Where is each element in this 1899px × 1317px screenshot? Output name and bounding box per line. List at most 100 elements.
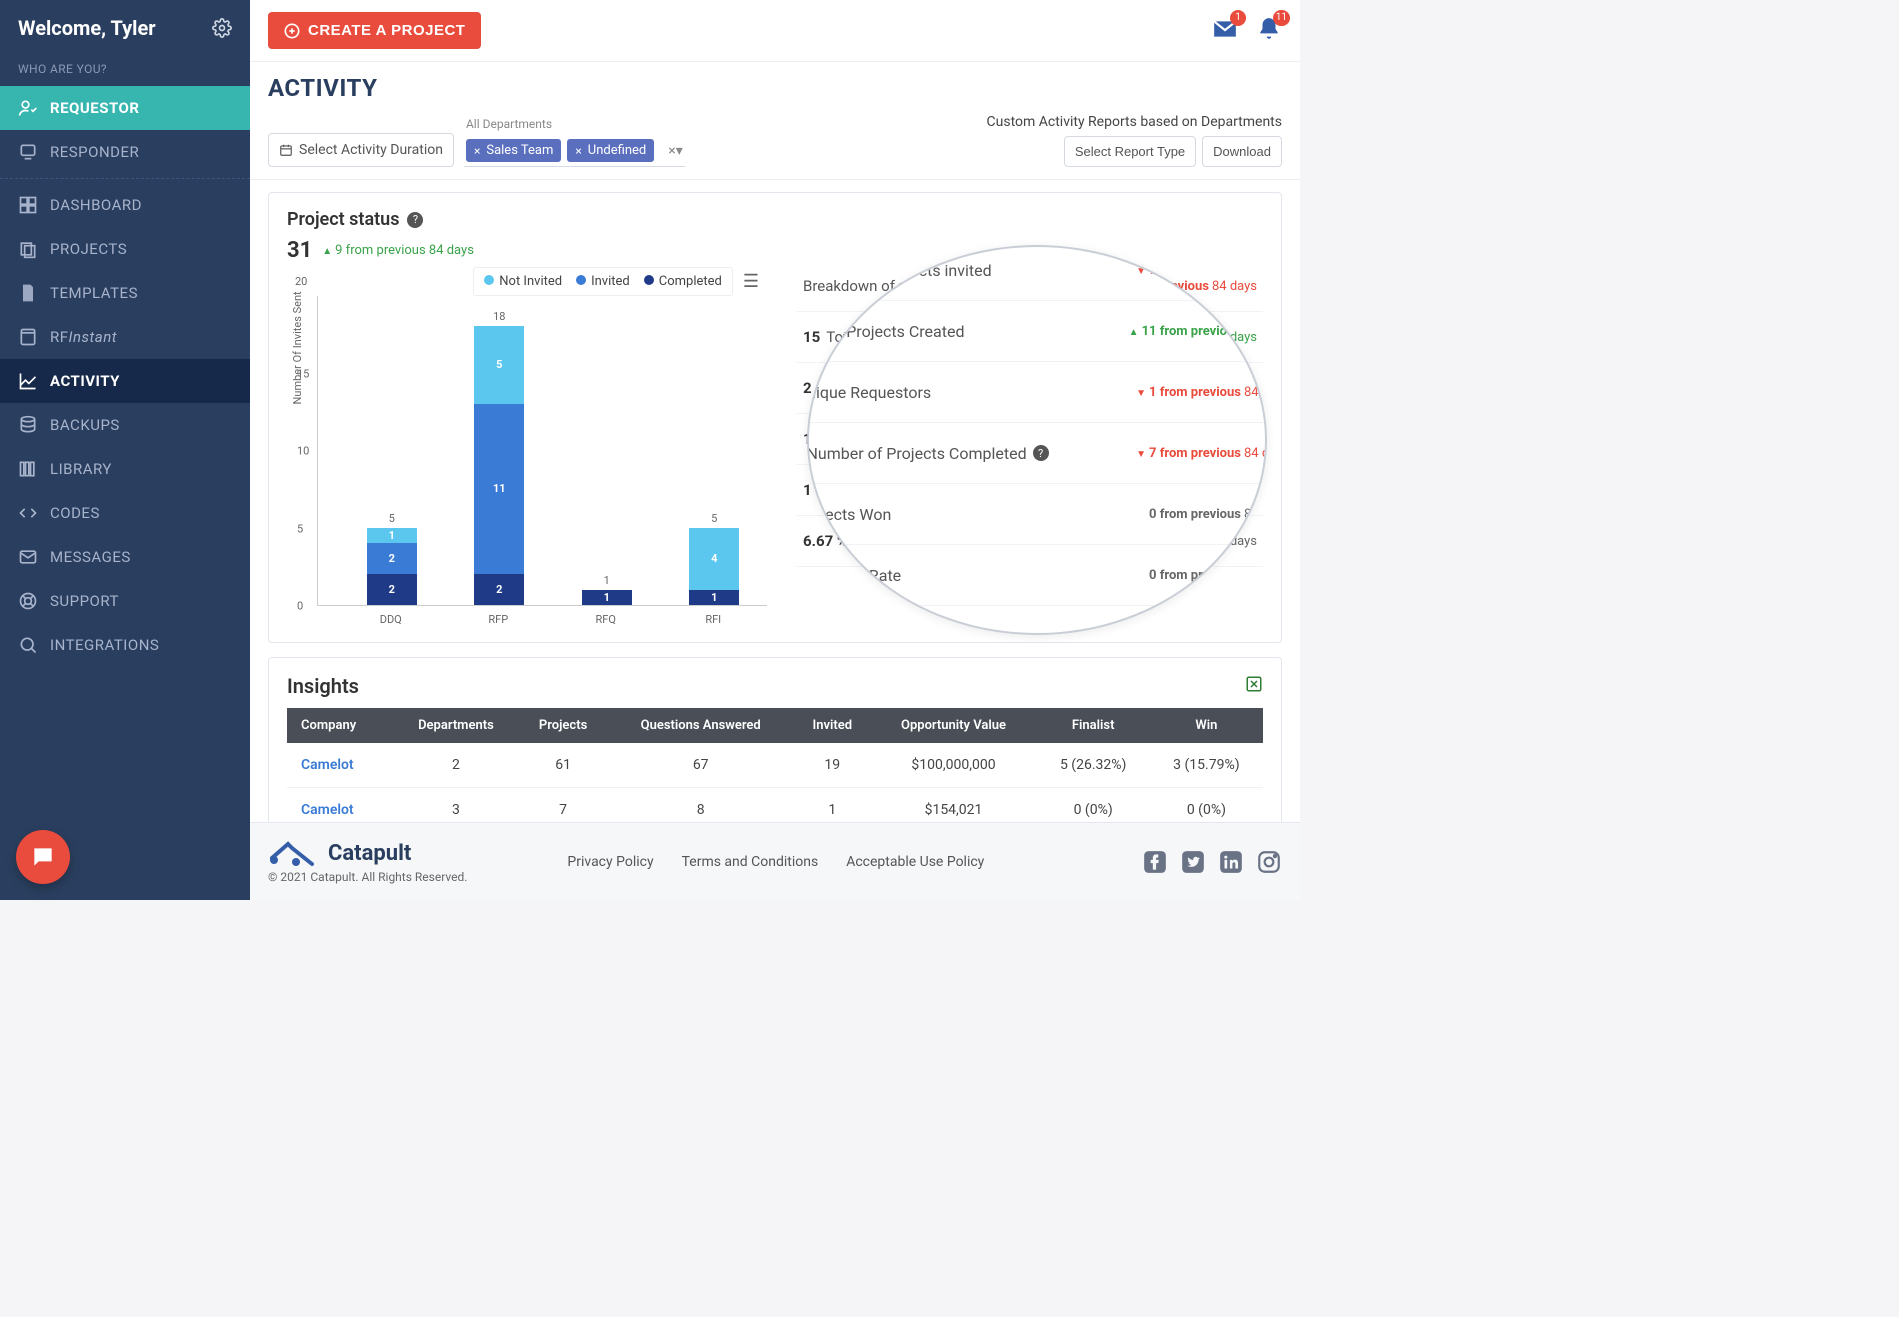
y-tick: 5: [297, 522, 303, 535]
stat-label: Projects Won: [807, 505, 891, 524]
sidebar-item-rfinstant[interactable]: RFInstant: [0, 315, 250, 359]
legend-item: Invited: [576, 274, 630, 289]
link-terms[interactable]: Terms and Conditions: [682, 854, 819, 870]
chat-fab[interactable]: [16, 830, 70, 884]
mail-button[interactable]: 1: [1212, 16, 1238, 46]
help-icon[interactable]: ?: [407, 212, 423, 228]
sidebar-item-label: BACKUPS: [50, 416, 120, 434]
legend-item: Not Invited: [484, 274, 562, 289]
sidebar-item-label: RFInstant: [50, 328, 117, 346]
sidebar-item-label: ACTIVITY: [50, 372, 120, 390]
select-report-type-button[interactable]: Select Report Type: [1064, 136, 1196, 167]
table-header: Finalist: [1037, 708, 1150, 743]
stat-left: 1 Projects Won: [807, 504, 891, 524]
mail-badge: 1: [1230, 10, 1246, 26]
chip-undefined[interactable]: ×Undefined: [567, 139, 654, 162]
bar-total-label: 18: [493, 310, 505, 323]
bar-segment: 11: [474, 404, 524, 575]
mail-icon: [18, 547, 38, 567]
sidebar-item-library[interactable]: LIBRARY: [0, 447, 250, 491]
table-cell: 61: [519, 743, 607, 788]
gear-icon[interactable]: [212, 18, 232, 38]
facebook-icon[interactable]: [1142, 849, 1168, 875]
chip-sales-team[interactable]: ×Sales Team: [466, 139, 561, 162]
footer: Catapult © 2021 Catapult. All Rights Res…: [250, 822, 1300, 900]
create-project-label: CREATE A PROJECT: [308, 22, 465, 39]
sidebar-item-responder[interactable]: RESPONDER: [0, 130, 250, 174]
stat-row: Breakdown of projects invited 9 from pre…: [807, 245, 1267, 301]
sidebar-item-label: CODES: [50, 504, 100, 522]
bar-group: 145: [684, 528, 744, 606]
welcome-text: Welcome, Tyler: [18, 16, 156, 40]
brand-logo-icon: [268, 840, 318, 868]
reports-heading: Custom Activity Reports based on Departm…: [987, 114, 1282, 130]
stat-left: 2 Unique Requestors: [807, 382, 931, 402]
chart-menu-icon[interactable]: ☰: [743, 271, 759, 292]
create-project-button[interactable]: CREATE A PROJECT: [268, 12, 481, 49]
sidebar-item-support[interactable]: SUPPORT: [0, 579, 250, 623]
department-chips: ×Sales Team ×Undefined ×▾: [464, 135, 685, 167]
sidebar-item-requestor[interactable]: REQUESTOR: [0, 86, 250, 130]
stat-delta: 1 from previous 84 days: [1136, 385, 1267, 400]
sidebar-item-codes[interactable]: CODES: [0, 491, 250, 535]
table-header: Company: [287, 708, 393, 743]
book-icon: [18, 327, 38, 347]
dashboard-icon: [18, 195, 38, 215]
sidebar-item-messages[interactable]: MESSAGES: [0, 535, 250, 579]
table-header: Opportunity Value: [870, 708, 1036, 743]
sidebar-item-activity[interactable]: ACTIVITY: [0, 359, 250, 403]
company-link[interactable]: Camelot: [301, 757, 354, 773]
stat-label: Total Projects Created: [807, 322, 964, 341]
link-aup[interactable]: Acceptable Use Policy: [846, 854, 984, 870]
sidebar: Welcome, Tyler WHO ARE YOU? REQUESTOR RES…: [0, 0, 250, 900]
sidebar-item-backups[interactable]: BACKUPS: [0, 403, 250, 447]
insights-card: Insights CompanyDepartmentsProjectsQuest…: [268, 657, 1282, 834]
bell-badge: 11: [1273, 10, 1290, 26]
stat-delta: 9 from previous 84 days: [1136, 263, 1267, 278]
departments-label: All Departments: [464, 117, 685, 131]
clear-chips-button[interactable]: ×▾: [668, 143, 683, 159]
help-icon[interactable]: ?: [1033, 445, 1049, 461]
stat-label: Number of Projects Completed: [807, 444, 1027, 463]
bar-segment: 2: [474, 574, 524, 605]
sidebar-item-projects[interactable]: PROJECTS: [0, 227, 250, 271]
sidebar-item-label: LIBRARY: [50, 460, 112, 478]
y-tick: 15: [297, 367, 309, 380]
bar-segment: 1: [689, 590, 739, 606]
reply-icon: [18, 142, 38, 162]
bell-button[interactable]: 11: [1256, 16, 1282, 46]
close-icon: ×: [575, 144, 581, 158]
select-duration-button[interactable]: Select Activity Duration: [268, 133, 454, 167]
stat-number: 6.67 %: [807, 565, 832, 585]
table-header: Questions Answered: [607, 708, 794, 743]
chat-icon: [30, 844, 56, 870]
company-link[interactable]: Camelot: [301, 802, 354, 818]
magnifier-overlay: Breakdown of projects invited 9 from pre…: [807, 245, 1267, 635]
footer-links: Privacy Policy Terms and Conditions Acce…: [567, 854, 984, 870]
sidebar-item-dashboard[interactable]: DASHBOARD: [0, 183, 250, 227]
sidebar-item-label: REQUESTOR: [50, 99, 140, 117]
plus-circle-icon: [284, 23, 300, 39]
folder-icon: [18, 239, 38, 259]
sidebar-item-templates[interactable]: TEMPLATES: [0, 271, 250, 315]
instagram-icon[interactable]: [1256, 849, 1282, 875]
table-header: Win: [1150, 708, 1263, 743]
who-are-you-label: WHO ARE YOU?: [0, 54, 250, 86]
bar-segment: 5: [474, 326, 524, 404]
sidebar-item-integrations[interactable]: INTEGRATIONS: [0, 623, 250, 667]
twitter-icon[interactable]: [1180, 849, 1206, 875]
stat-label: Breakdown of projects invited: [807, 261, 992, 280]
copyright: © 2021 Catapult. All Rights Reserved.: [268, 870, 467, 884]
chart-icon: [18, 371, 38, 391]
stat-row: 15 Total Projects Created 11 from previo…: [807, 301, 1267, 362]
download-button[interactable]: Download: [1202, 136, 1282, 167]
linkedin-icon[interactable]: [1218, 849, 1244, 875]
x-category-label: RFQ: [576, 613, 636, 626]
stat-row: 6.67 % Win Rate 0 from previous 84 days: [807, 545, 1267, 606]
table-cell: 2: [393, 743, 519, 788]
lifebuoy-icon: [18, 591, 38, 611]
stat-row: 10 Number of Projects Completed? 7 from …: [807, 423, 1267, 484]
link-privacy[interactable]: Privacy Policy: [567, 854, 653, 870]
export-xls-icon[interactable]: [1245, 675, 1263, 697]
project-status-chart: 20 Not InvitedInvitedCompleted ☰ Number …: [287, 267, 767, 626]
